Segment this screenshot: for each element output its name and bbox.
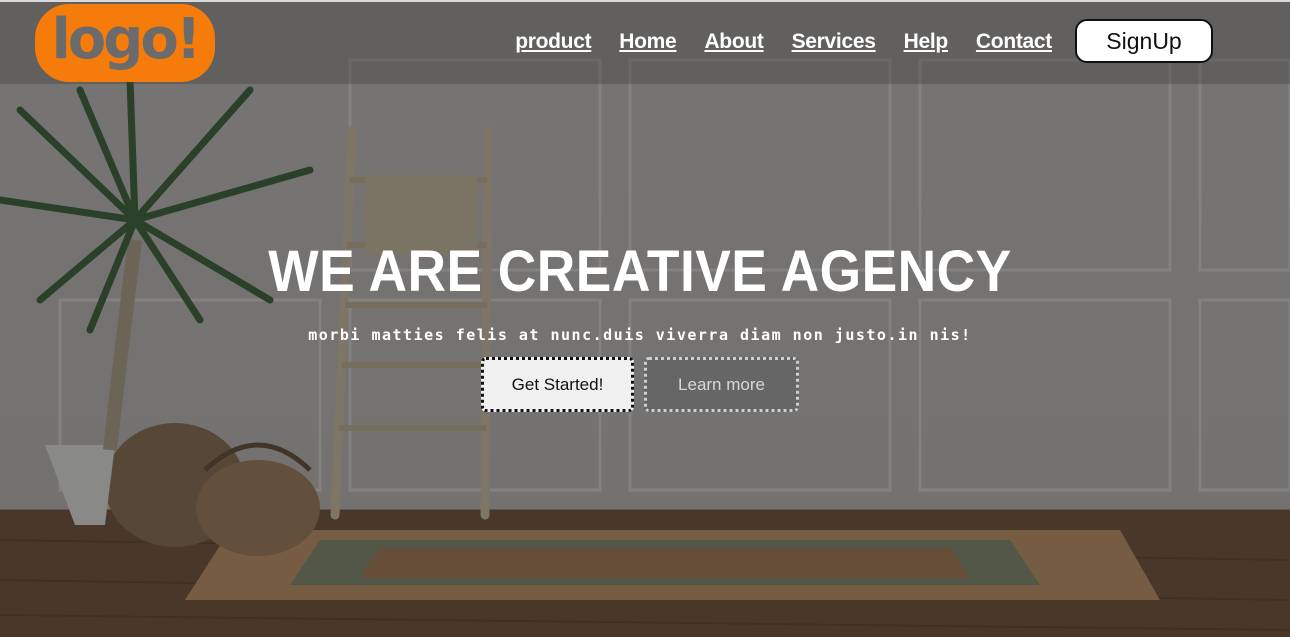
signup-button[interactable]: SignUp [1075, 19, 1213, 63]
hero-subtitle: morbi matties felis at nunc.duis viverra… [308, 326, 972, 344]
hero-dark-overlay [0, 0, 1290, 637]
hero-section [0, 0, 1290, 637]
nav-link-home[interactable]: Home [619, 30, 676, 54]
main-nav: product Home About Services Help Contact [515, 30, 1052, 54]
get-started-button[interactable]: Get Started! [481, 357, 634, 412]
nav-link-contact[interactable]: Contact [976, 30, 1052, 54]
hero-title: WE ARE CREATIVE AGENCY [268, 239, 1012, 304]
nav-link-help[interactable]: Help [904, 30, 949, 54]
nav-link-services[interactable]: Services [792, 30, 876, 54]
logo[interactable]: logo! [35, 4, 215, 82]
nav-link-about[interactable]: About [704, 30, 763, 54]
nav-link-product[interactable]: product [515, 30, 591, 54]
top-navigation-bar: logo! product Home About Services Help C… [0, 0, 1290, 84]
logo-text: logo! [51, 7, 202, 72]
learn-more-button[interactable]: Learn more [644, 357, 799, 412]
